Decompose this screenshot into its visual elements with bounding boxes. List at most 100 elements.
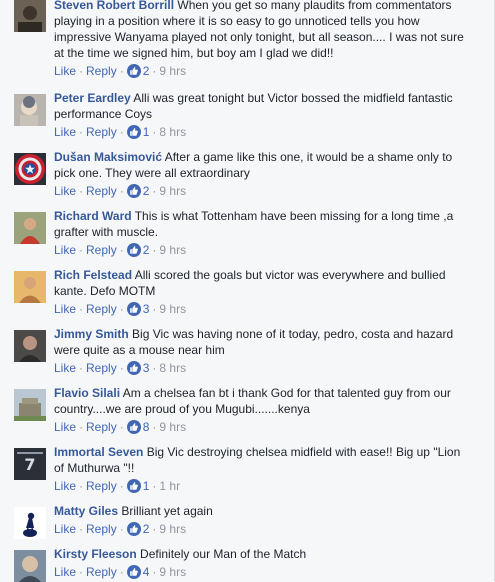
separator: ·: [152, 420, 157, 434]
like-count-icon: [126, 243, 141, 257]
like-link[interactable]: Like: [54, 243, 76, 257]
reply-link[interactable]: Reply: [86, 361, 117, 375]
separator: ·: [79, 361, 84, 375]
comment-actions: Like · Reply · 4 · 9 hrs: [54, 565, 186, 579]
avatar[interactable]: [14, 94, 46, 126]
comment-author-link[interactable]: Peter Eardley: [54, 91, 131, 105]
comment-body: Steven Robert Borrill When you get so ma…: [54, 0, 472, 61]
avatar[interactable]: [14, 507, 46, 539]
comment-timestamp[interactable]: 9 hrs: [159, 522, 186, 536]
reply-link[interactable]: Reply: [86, 479, 117, 493]
comment-body: Immortal Seven Big Vic destroying chelse…: [54, 444, 472, 476]
user-photo-icon: [14, 94, 46, 126]
comment-actions: Like · Reply · 3 · 8 hrs: [54, 361, 186, 375]
reply-link[interactable]: Reply: [86, 420, 117, 434]
comment-item: Dušan Maksimović After a game like this …: [0, 149, 494, 200]
like-link[interactable]: Like: [54, 522, 76, 536]
comment-item: Rich Felstead Alli scored the goals but …: [0, 267, 494, 318]
comment-author-link[interactable]: Matty Giles: [54, 504, 118, 518]
comment-actions: Like · Reply · 8 · 9 hrs: [54, 420, 186, 434]
comment-timestamp[interactable]: 8 hrs: [159, 361, 186, 375]
comment-timestamp[interactable]: 9 hrs: [159, 420, 186, 434]
separator: ·: [119, 184, 124, 198]
comment-author-link[interactable]: Richard Ward: [54, 209, 132, 223]
separator: ·: [79, 420, 84, 434]
like-link[interactable]: Like: [54, 64, 76, 78]
like-count-icon: [126, 479, 141, 493]
comment-timestamp[interactable]: 9 hrs: [159, 302, 186, 316]
comment-timestamp[interactable]: 9 hrs: [159, 243, 186, 257]
captain-america-shield-icon: [14, 153, 46, 185]
comment-timestamp[interactable]: 8 hrs: [159, 125, 186, 139]
separator: ·: [119, 361, 124, 375]
comment-author-link[interactable]: Kirsty Fleeson: [54, 547, 137, 561]
comment-body: Flavio Silali Am a chelsea fan bt i than…: [54, 385, 472, 417]
user-photo-icon: [14, 550, 46, 582]
like-link[interactable]: Like: [54, 420, 76, 434]
avatar[interactable]: [14, 0, 46, 32]
separator: ·: [152, 522, 157, 536]
separator: ·: [152, 184, 157, 198]
comment-item: Richard Ward This is what Tottenham have…: [0, 208, 494, 259]
reply-link[interactable]: Reply: [86, 125, 117, 139]
separator: ·: [152, 302, 157, 316]
comment-timestamp[interactable]: 1 hr: [159, 479, 180, 493]
comment-item: Kirsty Fleeson Definitely our Man of the…: [0, 546, 494, 582]
reply-link[interactable]: Reply: [86, 64, 117, 78]
comment-body: Peter Eardley Alli was great tonight but…: [54, 90, 472, 122]
comment-item: 7 Immortal Seven Big Vic destroying chels…: [0, 444, 494, 495]
separator: ·: [79, 522, 84, 536]
separator: ·: [79, 184, 84, 198]
comment-actions: Like · Reply · 2 · 9 hrs: [54, 184, 186, 198]
separator: ·: [79, 243, 84, 257]
separator: ·: [119, 243, 124, 257]
comment-actions: Like · Reply · 2 · 9 hrs: [54, 243, 186, 257]
avatar[interactable]: [14, 389, 46, 421]
reply-link[interactable]: Reply: [86, 522, 117, 536]
comment-author-link[interactable]: Rich Felstead: [54, 268, 132, 282]
reply-link[interactable]: Reply: [86, 565, 117, 579]
comment-body: Rich Felstead Alli scored the goals but …: [54, 267, 472, 299]
separator: ·: [152, 565, 157, 579]
like-link[interactable]: Like: [54, 361, 76, 375]
tottenham-crest-icon: [14, 507, 46, 539]
like-link[interactable]: Like: [54, 125, 76, 139]
comment-author-link[interactable]: Immortal Seven: [54, 445, 143, 459]
separator: ·: [119, 302, 124, 316]
separator: ·: [79, 302, 84, 316]
avatar[interactable]: [14, 550, 46, 582]
like-count-icon: [126, 125, 141, 139]
reply-link[interactable]: Reply: [86, 302, 117, 316]
comment-item: Flavio Silali Am a chelsea fan bt i than…: [0, 385, 494, 436]
comment-actions: Like · Reply · 2 · 9 hrs: [54, 522, 186, 536]
like-link[interactable]: Like: [54, 302, 76, 316]
comment-item: Peter Eardley Alli was great tonight but…: [0, 90, 494, 141]
like-link[interactable]: Like: [54, 479, 76, 493]
reply-link[interactable]: Reply: [86, 243, 117, 257]
comment-actions: Like · Reply · 1 · 8 hrs: [54, 125, 186, 139]
comment-author-link[interactable]: Flavio Silali: [54, 386, 120, 400]
user-photo-icon: [14, 212, 46, 244]
comment-author-link[interactable]: Jimmy Smith: [54, 327, 129, 341]
avatar[interactable]: [14, 153, 46, 185]
comment-timestamp[interactable]: 9 hrs: [159, 184, 186, 198]
comment-timestamp[interactable]: 9 hrs: [159, 64, 186, 78]
comment-author-link[interactable]: Dušan Maksimović: [54, 150, 162, 164]
comment-author-link[interactable]: Steven Robert Borrill: [54, 0, 174, 12]
comment-item: Steven Robert Borrill When you get so ma…: [0, 0, 494, 80]
avatar[interactable]: [14, 271, 46, 303]
like-link[interactable]: Like: [54, 184, 76, 198]
reply-link[interactable]: Reply: [86, 184, 117, 198]
separator: ·: [119, 64, 124, 78]
avatar[interactable]: 7: [14, 448, 46, 480]
avatar[interactable]: [14, 330, 46, 362]
separator: ·: [152, 243, 157, 257]
comment-actions: Like · Reply · 3 · 9 hrs: [54, 302, 186, 316]
like-link[interactable]: Like: [54, 565, 76, 579]
comment-item: Jimmy Smith Big Vic was having none of i…: [0, 326, 494, 377]
separator: ·: [79, 64, 84, 78]
comment-text: Brilliant yet again: [121, 504, 213, 518]
comment-timestamp[interactable]: 9 hrs: [159, 565, 186, 579]
separator: ·: [152, 64, 157, 78]
avatar[interactable]: [14, 212, 46, 244]
